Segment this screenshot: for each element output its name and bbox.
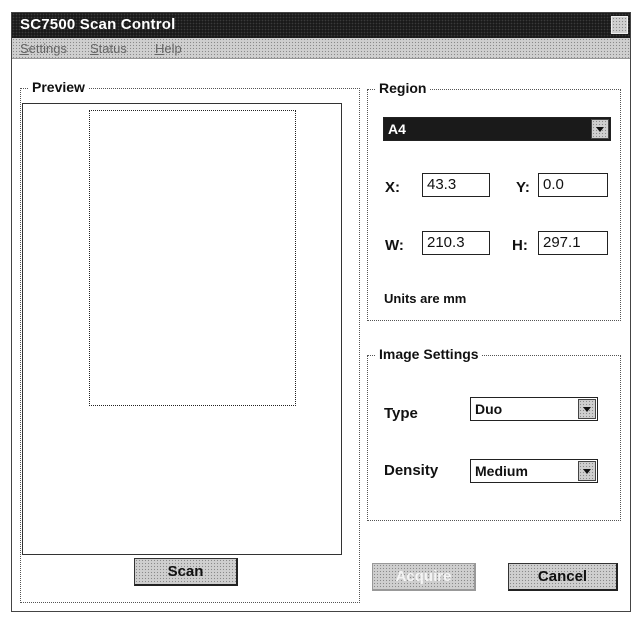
x-label: X: xyxy=(385,179,400,196)
region-label: Region xyxy=(376,80,430,96)
scan-button[interactable]: Scan xyxy=(134,558,238,586)
menu-status[interactable]: Status xyxy=(90,41,127,56)
chevron-down-icon[interactable] xyxy=(591,119,609,139)
menu-help[interactable]: Help xyxy=(155,41,182,56)
acquire-button[interactable]: Acquire xyxy=(372,563,476,591)
window-title: SC7500 Scan Control xyxy=(20,16,176,33)
h-label: H: xyxy=(512,237,528,254)
type-value: Duo xyxy=(475,401,503,417)
type-label: Type xyxy=(384,405,418,422)
region-preset-select[interactable]: A4 xyxy=(383,117,611,141)
chevron-down-icon[interactable] xyxy=(578,461,596,481)
title-bar[interactable]: SC7500 Scan Control xyxy=(12,13,630,38)
preview-area[interactable] xyxy=(22,103,342,555)
menu-bar: Settings Status Help xyxy=(12,38,630,59)
y-label: Y: xyxy=(516,179,530,196)
w-field[interactable]: 210.3 xyxy=(422,231,490,255)
region-preset-value: A4 xyxy=(388,121,406,137)
image-settings-label: Image Settings xyxy=(376,346,482,362)
units-note: Units are mm xyxy=(384,291,467,306)
w-label: W: xyxy=(385,237,404,254)
h-field[interactable]: 297.1 xyxy=(538,231,608,255)
image-settings-group: Image Settings xyxy=(367,346,621,521)
type-select[interactable]: Duo xyxy=(470,397,598,421)
scan-control-window: SC7500 Scan Control Settings Status Help… xyxy=(11,12,631,612)
menu-settings[interactable]: Settings xyxy=(20,41,67,56)
density-label: Density xyxy=(384,462,439,479)
close-icon[interactable] xyxy=(611,16,628,34)
y-field[interactable]: 0.0 xyxy=(538,173,608,197)
x-field[interactable]: 43.3 xyxy=(422,173,490,197)
preview-label: Preview xyxy=(29,79,88,95)
chevron-down-icon[interactable] xyxy=(578,399,596,419)
cancel-button[interactable]: Cancel xyxy=(508,563,618,591)
density-value: Medium xyxy=(475,463,528,479)
scan-region-outline[interactable] xyxy=(89,110,296,406)
density-select[interactable]: Medium xyxy=(470,459,598,483)
